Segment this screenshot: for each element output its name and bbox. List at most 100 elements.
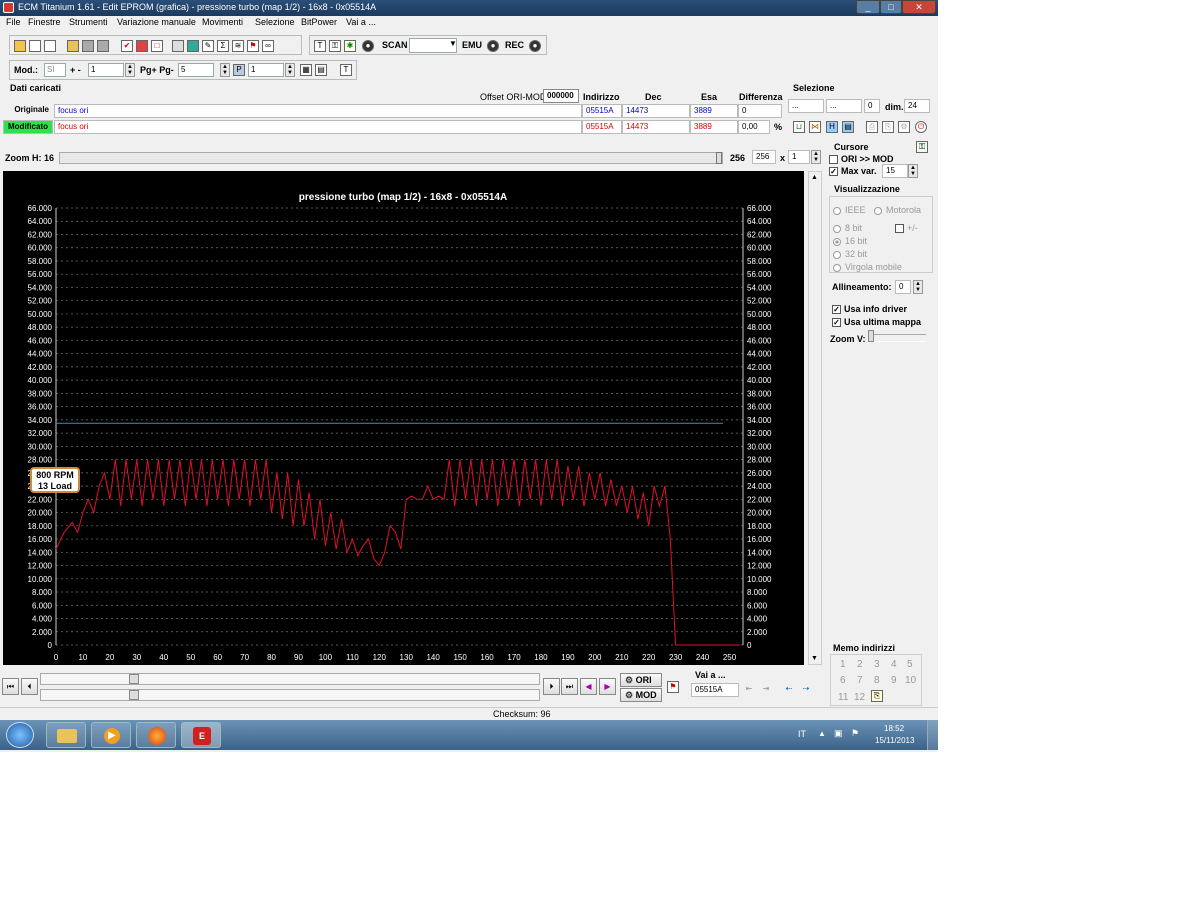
paste-icon[interactable]: ⎘ [882, 121, 894, 133]
page-toggle-icon[interactable]: P [233, 64, 245, 76]
memo-save-icon[interactable]: ⎘ [871, 690, 883, 702]
use-driver-option[interactable]: ✓ Usa info driver [832, 304, 907, 315]
zoom-v-thumb[interactable] [868, 330, 874, 342]
selection-to[interactable]: ... [826, 99, 862, 113]
maximize-button[interactable]: □ [880, 0, 902, 14]
16bit-radio[interactable] [833, 237, 841, 246]
ecm-titanium-taskbar-icon[interactable]: E [181, 722, 221, 748]
select-end-icon[interactable]: ⋈ [809, 121, 821, 133]
edit-icon[interactable]: ✎ [202, 40, 214, 52]
step-spinner[interactable]: ▲ ▼ [125, 63, 135, 77]
h-scrollbar-bottom[interactable] [40, 689, 540, 701]
search-binoculars-icon[interactable]: ∞ [262, 40, 274, 52]
language-indicator[interactable]: IT [798, 729, 806, 739]
memo-slot-4[interactable]: 4 [891, 659, 897, 670]
home-icon[interactable] [14, 40, 26, 52]
8bit-radio[interactable] [833, 224, 841, 233]
use-driver-checkbox[interactable]: ✓ [832, 305, 841, 315]
network-icon[interactable]: ▣ [834, 728, 843, 739]
tools-icon[interactable]: ⚙ [898, 121, 910, 133]
chart-vscroll[interactable]: ▲ ▼ [808, 171, 822, 665]
32bit-option[interactable]: 32 bit [833, 249, 867, 259]
prev-button[interactable]: ⏴ [21, 678, 38, 695]
max-var-checkbox[interactable]: ✓ [829, 167, 838, 177]
modified-file[interactable]: focus ori [54, 120, 582, 134]
clock-date[interactable]: 15/11/2013 [875, 736, 914, 745]
h-scroll-thumb-top[interactable] [129, 674, 139, 684]
record-dot-icon[interactable]: ● [362, 40, 374, 52]
selection-count[interactable]: 0 [864, 99, 880, 113]
goto-field[interactable]: 05515A [691, 683, 739, 697]
memo-slot-3[interactable]: 3 [874, 659, 880, 670]
zoom-v-slider[interactable] [868, 334, 926, 342]
save-icon[interactable] [82, 40, 94, 52]
terminal-icon[interactable]: T [314, 40, 326, 52]
zoom-h-thumb[interactable] [716, 152, 722, 164]
table-view-icon[interactable]: ▤ [315, 64, 327, 76]
max-var-field[interactable]: 15 [882, 164, 908, 178]
motorola-radio[interactable] [874, 206, 882, 215]
tray-arrow-icon[interactable]: ▲ [818, 729, 826, 738]
pg-field[interactable]: 5 [178, 63, 214, 77]
zoom-h-slider[interactable] [59, 152, 723, 164]
ieee-radio[interactable] [833, 206, 841, 215]
chevron-down-icon[interactable]: ▼ [449, 39, 457, 48]
menu-strumenti[interactable]: Strumenti [69, 17, 108, 27]
checksum-icon[interactable]: ✔ [121, 40, 133, 52]
h-scrollbar-top[interactable] [40, 673, 540, 685]
step-field[interactable]: 1 [88, 63, 124, 77]
ieee-option[interactable]: IEEE [833, 205, 866, 215]
rec-button[interactable]: ● [529, 40, 541, 52]
original-dec[interactable]: 14473 [622, 104, 690, 118]
nav-jump-left-icon[interactable]: ⇠ [783, 684, 795, 696]
dim-field[interactable]: 24 [904, 99, 930, 113]
plusminus-option[interactable]: +/- [895, 223, 918, 234]
original-file[interactable]: focus ori [54, 104, 582, 118]
16bit-option[interactable]: 16 bit [833, 236, 867, 246]
use-last-map-option[interactable]: ✓ Usa ultima mappa [832, 317, 921, 328]
copy-icon[interactable] [29, 40, 41, 52]
zoom-value-2[interactable]: 256 [752, 150, 776, 164]
save-as-icon[interactable] [97, 40, 109, 52]
ori-button[interactable]: ⚙ ORI [620, 673, 662, 687]
float-radio[interactable] [833, 263, 841, 272]
selection-from[interactable]: ... [788, 99, 824, 113]
select-all-icon[interactable]: ▤ [842, 121, 854, 133]
menu-selezione[interactable]: Selezione [255, 17, 295, 27]
mark-prev-button[interactable]: ◀ [580, 678, 597, 695]
float-option[interactable]: Virgola mobile [833, 262, 902, 272]
start-button[interactable] [6, 722, 34, 748]
offset-field[interactable]: 1 [248, 63, 284, 77]
h-scroll-thumb-bottom[interactable] [129, 690, 139, 700]
memo-slot-8[interactable]: 8 [874, 675, 880, 686]
print-icon[interactable]: ⎙ [866, 121, 878, 133]
plusminus-checkbox[interactable] [895, 224, 904, 234]
grid-icon[interactable]: ▦ [300, 64, 312, 76]
memo-slot-2[interactable]: 2 [857, 659, 863, 670]
menu-bitpower[interactable]: BitPower [301, 17, 337, 27]
explorer-taskbar-icon[interactable] [46, 722, 86, 748]
first-button[interactable]: ⏮ [2, 678, 19, 695]
max-var-spinner[interactable]: ▲ ▼ [908, 164, 918, 178]
original-hex[interactable]: 3889 [690, 104, 738, 118]
memo-slot-12[interactable]: 12 [854, 692, 865, 703]
ori-mod-checkbox[interactable] [829, 155, 838, 165]
memo-slot-11[interactable]: 11 [838, 692, 848, 703]
last-button[interactable]: ⏭ [561, 678, 578, 695]
lock-icon[interactable]: ⚿ [916, 141, 928, 153]
use-last-map-checkbox[interactable]: ✓ [832, 318, 841, 328]
mod-button[interactable]: ⚙ MOD [620, 688, 662, 702]
zoom-spinner[interactable]: ▲ ▼ [811, 150, 821, 164]
menu-finestre[interactable]: Finestre [28, 17, 61, 27]
original-address[interactable]: 05515A [582, 104, 622, 118]
mark-next-button[interactable]: ▶ [599, 678, 616, 695]
max-var-option[interactable]: ✓ Max var. [829, 166, 877, 177]
flag-icon[interactable]: ⚑ [247, 40, 259, 52]
page-icon[interactable] [44, 40, 56, 52]
text-view-icon[interactable]: T [340, 64, 352, 76]
graph-icon[interactable]: ≋ [232, 40, 244, 52]
memo-slot-7[interactable]: 7 [857, 675, 863, 686]
menu-variazione-manuale[interactable]: Variazione manuale [117, 17, 196, 27]
scroll-down-icon[interactable]: ▼ [811, 655, 818, 662]
menu-movimenti[interactable]: Movimenti [202, 17, 243, 27]
